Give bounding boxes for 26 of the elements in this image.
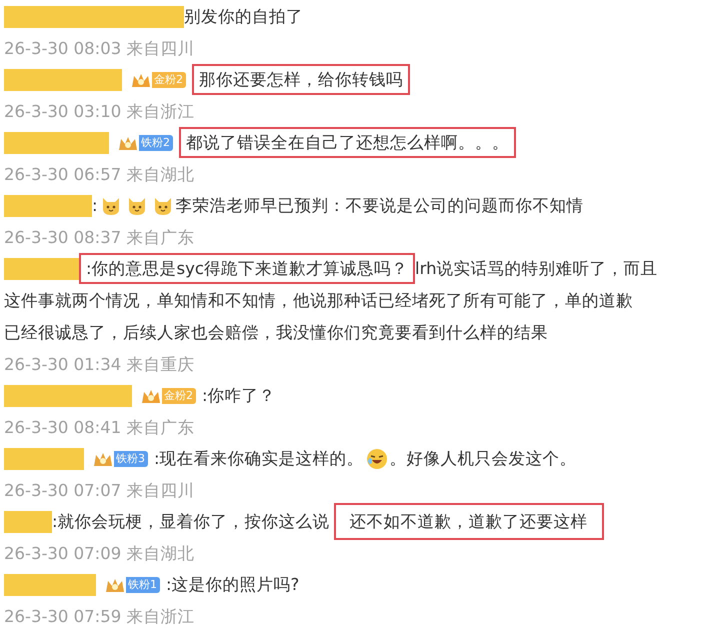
comment-text: 已经很诚恳了，后续人家也会赔偿，我没懂你们究竟要看到什么样的结果 xyxy=(4,322,549,344)
comment-meta: 26-3-30 08:41 来自广东 xyxy=(4,417,196,439)
comment-meta: 26-3-30 07:09 来自湖北 xyxy=(4,543,196,565)
comment-text: 别发你的自拍了 xyxy=(184,7,303,26)
comment-meta: 26-3-30 01:34 来自重庆 xyxy=(4,354,196,376)
comment-text: :现在看来你确实是这样的。 xyxy=(154,449,364,468)
comment-text: 这件事就两个情况，单知情和不知情，他说那种话已经堵死了所有可能了，单的道歉 xyxy=(4,290,634,312)
comment-text: 。好像人机只会发这个。 xyxy=(390,449,577,468)
comment-meta: 26-3-30 07:07 来自四川 xyxy=(4,480,196,502)
highlight-box: 都说了错误全在自己了还想怎么样啊。。。 xyxy=(179,127,516,158)
redaction-bar xyxy=(4,511,52,534)
highlight-box: 那你还要怎样，给你转钱吗 xyxy=(192,64,410,95)
comment-text: lrh说实话骂的特别难听了，而且 xyxy=(415,259,658,278)
comment-meta: 26-3-30 06:57 来自湖北 xyxy=(4,164,196,186)
comment-text: 李荣浩老师早已预判：不要说是公司的问题而你不知情 xyxy=(176,196,584,215)
highlight-box: 还不如不道歉，道歉了还要这样 xyxy=(334,503,604,540)
comment-text: :就你会玩梗，显着你了，按你这么说 xyxy=(52,512,330,531)
highlight-box: :你的意思是syc得跪下来道歉才算诚恳吗？ xyxy=(79,253,415,284)
comment-meta: 26-3-30 03:10 来自浙江 xyxy=(4,101,196,123)
laughing-emoji-icon xyxy=(366,448,388,470)
comment-meta: 26-3-30 07:59 来自浙江 xyxy=(4,606,196,628)
comment-meta: 26-3-30 08:03 来自四川 xyxy=(4,38,196,60)
comment-meta: 26-3-30 08:37 来自广东 xyxy=(4,227,196,249)
comment-text: :这是你的照片吗? xyxy=(166,575,300,594)
comment-text: :你咋了？ xyxy=(202,386,276,405)
comment-text: : xyxy=(92,196,98,215)
